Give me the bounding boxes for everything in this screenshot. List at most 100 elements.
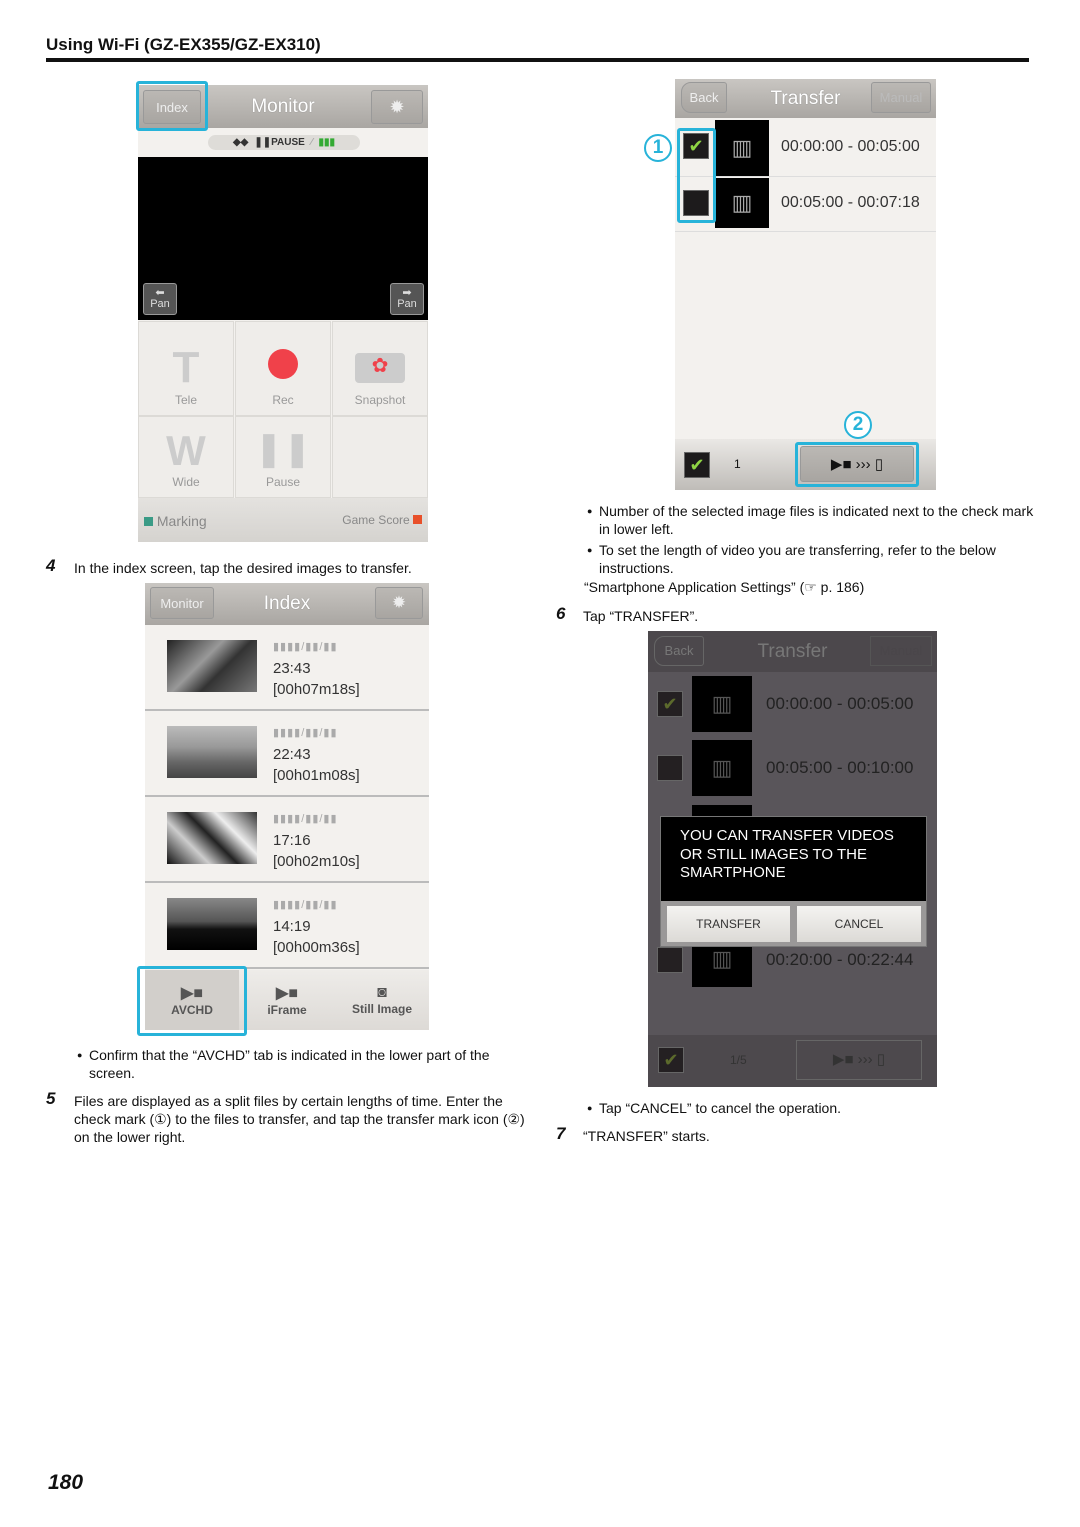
select-all-checkbox[interactable]: ✔ [684,452,710,478]
notes-5: Number of the selected image files is in… [587,502,1039,577]
callout-1: 1 [644,134,672,162]
monitor-screen: Monitor Index ✹ ◆◆ ❚❚PAUSE ⁄ ▮▮▮ ⬅ Pan ➡ Pan … [138,85,428,542]
video-thumbnail [167,812,257,864]
tab-iframe[interactable]: ▶■ iFrame [240,970,334,1030]
date: ▮▮▮▮/▮▮/▮▮ [273,813,338,825]
manual-button[interactable]: Manual [870,636,932,666]
callout-2: 2 [844,411,872,439]
transfer-dialog-screen: Transfer Back Manual ✔ ▥ 00:00:00 - 00:0… [648,631,937,1087]
snapshot-button[interactable]: ✿ Snapshot [332,321,428,416]
transfer-icon-button[interactable]: ▶■ ››› ▯ [796,1040,922,1080]
index-button-highlight [136,81,208,131]
checkbox-unchecked[interactable] [657,947,683,973]
reference-link[interactable]: “Smartphone Application Settings” (☞ p. … [584,578,864,596]
time-range: 00:05:00 - 00:07:18 [781,194,920,211]
time: 17:16 [273,832,311,849]
rec-icon [268,349,298,379]
settings-button[interactable]: ✹ [375,587,423,619]
duration: [00h00m36s] [273,939,360,956]
rec-button[interactable]: Rec [235,321,331,416]
film-icon: ▥ [692,740,752,796]
note-item: To set the length of video you are trans… [587,541,1039,577]
date: ▮▮▮▮/▮▮/▮▮ [273,899,338,911]
selected-count: 1/5 [730,1053,747,1067]
live-view [138,157,428,320]
transfer-bottom-bar: ✔ 1/5 ▶■ ››› ▯ [648,1035,937,1087]
video-thumbnail [167,726,257,778]
index-list-item[interactable]: ▮▮▮▮/▮▮/▮▮ 22:43 [00h01m08s] [145,711,429,797]
settings-button[interactable]: ✹ [371,90,423,124]
tele-button[interactable]: T Tele [138,321,234,416]
checkbox-unchecked[interactable] [657,755,683,781]
duration: [00h01m08s] [273,767,360,784]
note-4: Confirm that the “AVCHD” tab is indicate… [77,1046,509,1082]
time: 23:43 [273,660,311,677]
back-button[interactable]: Back [654,636,704,666]
select-all-checkbox[interactable]: ✔ [658,1047,684,1073]
bottom-bar: Marking Game Score [138,498,428,542]
camera-icon: ✿ [355,353,405,383]
pause-button[interactable]: ❚❚ Pause [235,416,331,498]
time: 22:43 [273,746,311,763]
wide-button[interactable]: W Wide [138,416,234,498]
tele-icon: T [172,343,200,392]
page-header: Using Wi-Fi (GZ-EX355/GZ-EX310) [46,35,321,54]
selected-count: 1 [734,457,741,471]
audio-icon: ◆◆ [232,137,249,148]
transfer-dialog: YOU CAN TRANSFER VIDEOS OR STILL IMAGES T… [660,816,927,947]
checkbox-highlight [677,128,716,223]
camera-to-phone-icon: ▶■ ››› ▯ [832,1051,886,1068]
index-list-item[interactable]: ▮▮▮▮/▮▮/▮▮ 23:43 [00h07m18s] [145,625,429,711]
transfer-icon-highlight [795,442,919,487]
date: ▮▮▮▮/▮▮/▮▮ [273,641,338,653]
time-range: 00:20:00 - 00:22:44 [766,950,914,969]
index-list-item[interactable]: ▮▮▮▮/▮▮/▮▮ 14:19 [00h00m36s] [145,883,429,969]
checkbox-checked[interactable]: ✔ [657,691,683,717]
transfer-button[interactable]: TRANSFER [667,906,790,942]
monitor-title: Monitor [251,95,315,117]
pan-right-button[interactable]: ➡ Pan [390,283,424,315]
note-6: Tap “CANCEL” to cancel the operation. [587,1099,841,1117]
monitor-button[interactable]: Monitor [150,587,214,619]
marking-button[interactable]: Marking [144,513,207,529]
step-5-number: 5 [46,1089,56,1108]
gear-icon: ✹ [391,593,407,612]
film-icon: ▥ [715,178,769,228]
dialog-message: YOU CAN TRANSFER VIDEOS OR STILL IMAGES T… [661,817,926,901]
tab-still-image[interactable]: ◙ Still Image [335,970,429,1030]
time-range: 00:00:00 - 00:05:00 [766,694,914,713]
pan-left-button[interactable]: ⬅ Pan [143,283,177,315]
manual-button[interactable]: Manual [871,82,931,113]
step-4-text: In the index screen, tap the desired ima… [74,560,412,576]
page-number: 180 [48,1471,84,1494]
game-score-button[interactable]: Game Score [342,513,422,527]
battery-icon: ▮▮▮ [318,137,336,148]
note-item: Number of the selected image files is in… [587,502,1039,538]
gear-icon: ✹ [389,96,405,117]
empty-cell [332,416,428,498]
avchd-tab-highlight [137,966,247,1036]
back-button[interactable]: Back [681,82,727,113]
time-range: 00:00:00 - 00:05:00 [781,138,920,155]
film-icon: ▥ [715,120,769,176]
video-camera-icon: ▶■ [276,985,298,1002]
step-6-number: 6 [556,604,566,623]
step-6-text: Tap “TRANSFER”. [583,608,699,624]
pause-status: ❚❚PAUSE [254,137,305,148]
step-7-text: “TRANSFER” starts. [583,1128,710,1144]
pause-icon: ❚❚ [254,430,312,468]
time: 14:19 [273,918,311,935]
index-list-item[interactable]: ▮▮▮▮/▮▮/▮▮ 17:16 [00h02m10s] [145,797,429,883]
step-5-text: Files are displayed as a split files by … [74,1093,525,1145]
step-4-number: 4 [46,556,56,575]
status-bar: ◆◆ ❚❚PAUSE ⁄ ▮▮▮ [208,135,360,150]
video-thumbnail [167,640,257,692]
duration: [00h07m18s] [273,681,360,698]
wide-icon: W [166,427,206,474]
time-range: 00:05:00 - 00:10:00 [766,758,914,777]
film-icon: ▥ [692,676,752,732]
cancel-button[interactable]: CANCEL [797,906,921,942]
header-rule [46,58,1029,62]
duration: [00h02m10s] [273,853,360,870]
date: ▮▮▮▮/▮▮/▮▮ [273,727,338,739]
